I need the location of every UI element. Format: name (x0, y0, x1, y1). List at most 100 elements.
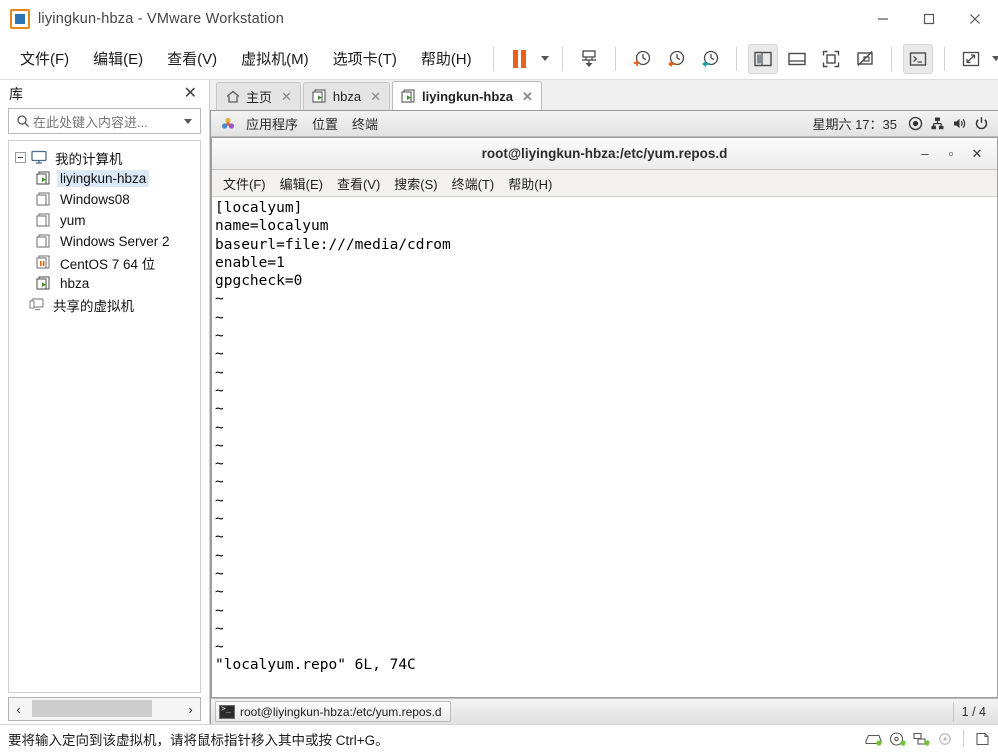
menu-tabs[interactable]: 选项卡(T) (323, 43, 407, 74)
console-view-button[interactable] (902, 43, 933, 74)
maximize-button[interactable] (906, 0, 952, 38)
tab-home[interactable]: 主页 ✕ (216, 82, 301, 110)
status-bar: 要将输入定向到该虚拟机，请将鼠标指针移入其中或按 Ctrl+G。 (0, 724, 998, 752)
power-dropdown[interactable] (537, 44, 553, 74)
library-close-button[interactable]: ✕ (180, 84, 201, 104)
library-horizontal-scrollbar[interactable]: ‹ › (8, 697, 201, 721)
power-menu-icon[interactable] (970, 116, 992, 131)
library-search-box[interactable]: 在此处键入内容进... (8, 108, 201, 134)
show-thumbnail-bar-button[interactable] (782, 44, 812, 74)
vm-tab-bar: 主页 ✕ hbza ✕ liyingkun-hbza ✕ (210, 80, 998, 110)
gnome-places-menu[interactable]: 位置 (305, 112, 345, 135)
terminal-minimize-button[interactable]: – (913, 143, 937, 165)
accessibility-icon[interactable] (904, 116, 926, 131)
show-library-button[interactable] (747, 43, 778, 74)
term-menu-view[interactable]: 查看(V) (330, 171, 387, 196)
vm-off-icon (36, 192, 52, 207)
applications-icon (217, 117, 239, 131)
cd-dvd-icon[interactable] (887, 730, 907, 748)
terminal-icon (909, 51, 926, 66)
term-menu-help[interactable]: 帮助(H) (501, 171, 559, 196)
stretch-guest-button[interactable] (956, 44, 986, 74)
search-input[interactable]: 在此处键入内容进... (33, 112, 180, 131)
suspend-button[interactable] (505, 44, 535, 74)
expander-collapse-icon[interactable] (15, 152, 26, 163)
close-button[interactable] (952, 0, 998, 38)
toolbar-separator (614, 46, 616, 71)
tab-close-icon[interactable]: ✕ (520, 90, 535, 103)
vm-running-icon (312, 89, 328, 104)
snapshot-plus-icon (633, 50, 650, 66)
tree-item-windows08[interactable]: Windows08 (9, 189, 200, 210)
sound-card-icon[interactable] (935, 730, 955, 748)
stretch-dropdown[interactable] (988, 44, 998, 74)
taskbar-window-label: root@liyingkun-hbza:/etc/yum.repos.d (240, 704, 442, 719)
scroll-right-button[interactable]: › (181, 699, 200, 719)
terminal-menu-bar: 文件(F) 编辑(E) 查看(V) 搜索(S) 终端(T) 帮助(H) (212, 170, 997, 197)
tree-label: CentOS 7 64 位 (60, 256, 156, 272)
scroll-left-button[interactable]: ‹ (9, 699, 28, 719)
workspace-switcher[interactable]: 1 / 4 (952, 701, 994, 722)
term-menu-terminal[interactable]: 终端(T) (445, 171, 502, 196)
menu-edit[interactable]: 编辑(E) (83, 43, 153, 74)
tree-item-my-computer[interactable]: 我的计算机 (9, 147, 200, 168)
terminal-close-button[interactable]: ✕ (965, 143, 989, 165)
vm-library-tree[interactable]: 我的计算机 liyingkun-hbza Windows08 yum Windo… (8, 140, 201, 693)
library-panel-icon (753, 51, 772, 66)
toolbar-separator (735, 46, 737, 71)
unity-mode-button[interactable] (850, 44, 880, 74)
term-menu-search[interactable]: 搜索(S) (387, 171, 444, 196)
tab-close-icon[interactable]: ✕ (279, 90, 294, 103)
hard-disk-icon[interactable] (863, 730, 883, 748)
volume-icon[interactable] (948, 116, 970, 131)
guest-screen[interactable]: 应用程序 位置 终端 星期六 17：35 root@liyingkun-hbza… (210, 110, 998, 724)
term-menu-file[interactable]: 文件(F) (216, 171, 273, 196)
send-ctrl-alt-del-button[interactable] (574, 44, 604, 74)
tree-item-yum[interactable]: yum (9, 210, 200, 231)
gnome-top-panel: 应用程序 位置 终端 星期六 17：35 (211, 111, 998, 137)
chevron-down-icon (540, 56, 549, 61)
tree-item-windows-server[interactable]: Windows Server 2 (9, 231, 200, 252)
gnome-applications-menu[interactable]: 应用程序 (239, 112, 305, 135)
tree-item-liyingkun-hbza[interactable]: liyingkun-hbza (9, 168, 200, 189)
tree-item-centos7[interactable]: CentOS 7 64 位 (9, 252, 200, 273)
scroll-track[interactable] (28, 699, 181, 719)
snapshot-take-button[interactable] (627, 44, 657, 74)
snapshot-manager-button[interactable] (695, 44, 725, 74)
minimize-button[interactable] (860, 0, 906, 38)
tab-close-icon[interactable]: ✕ (368, 90, 383, 103)
gnome-clock[interactable]: 星期六 17：35 (805, 114, 904, 133)
tab-label: hbza (332, 89, 362, 104)
tray-separator (963, 730, 964, 747)
network-icon[interactable] (926, 116, 948, 131)
library-title: 库 (9, 86, 23, 102)
device-status-tray (863, 730, 992, 748)
gnome-terminal-menu[interactable]: 终端 (345, 112, 385, 135)
fullscreen-icon (822, 50, 839, 67)
menu-view[interactable]: 查看(V) (157, 43, 227, 74)
terminal-maximize-button[interactable]: ▫ (939, 143, 963, 165)
tab-liyingkun-hbza[interactable]: liyingkun-hbza ✕ (392, 81, 542, 110)
tab-hbza[interactable]: hbza ✕ (302, 82, 391, 110)
window-controls (860, 0, 998, 38)
snapshot-revert-button[interactable] (661, 44, 691, 74)
vm-running-icon (36, 276, 52, 291)
tree-label: liyingkun-hbza (57, 170, 150, 187)
network-adapter-icon[interactable] (911, 730, 931, 748)
printer-icon[interactable] (972, 730, 992, 748)
search-dropdown-icon[interactable] (180, 118, 196, 124)
term-menu-edit[interactable]: 编辑(E) (273, 171, 330, 196)
pause-icon (513, 49, 527, 68)
tree-item-hbza[interactable]: hbza (9, 273, 200, 294)
terminal-window[interactable]: root@liyingkun-hbza:/etc/yum.repos.d – ▫… (211, 137, 998, 698)
menu-help[interactable]: 帮助(H) (411, 43, 482, 74)
menu-vm[interactable]: 虚拟机(M) (231, 43, 319, 74)
vm-running-icon (36, 171, 52, 186)
full-screen-button[interactable] (816, 44, 846, 74)
vmware-logo-icon (10, 9, 30, 29)
taskbar-window-button[interactable]: root@liyingkun-hbza:/etc/yum.repos.d (215, 701, 451, 722)
terminal-screen[interactable]: [localyum] name=localyum baseurl=file://… (212, 197, 997, 697)
menu-file[interactable]: 文件(F) (10, 43, 79, 74)
tree-item-shared-vms[interactable]: 共享的虚拟机 (9, 294, 200, 315)
scroll-thumb[interactable] (32, 700, 152, 717)
